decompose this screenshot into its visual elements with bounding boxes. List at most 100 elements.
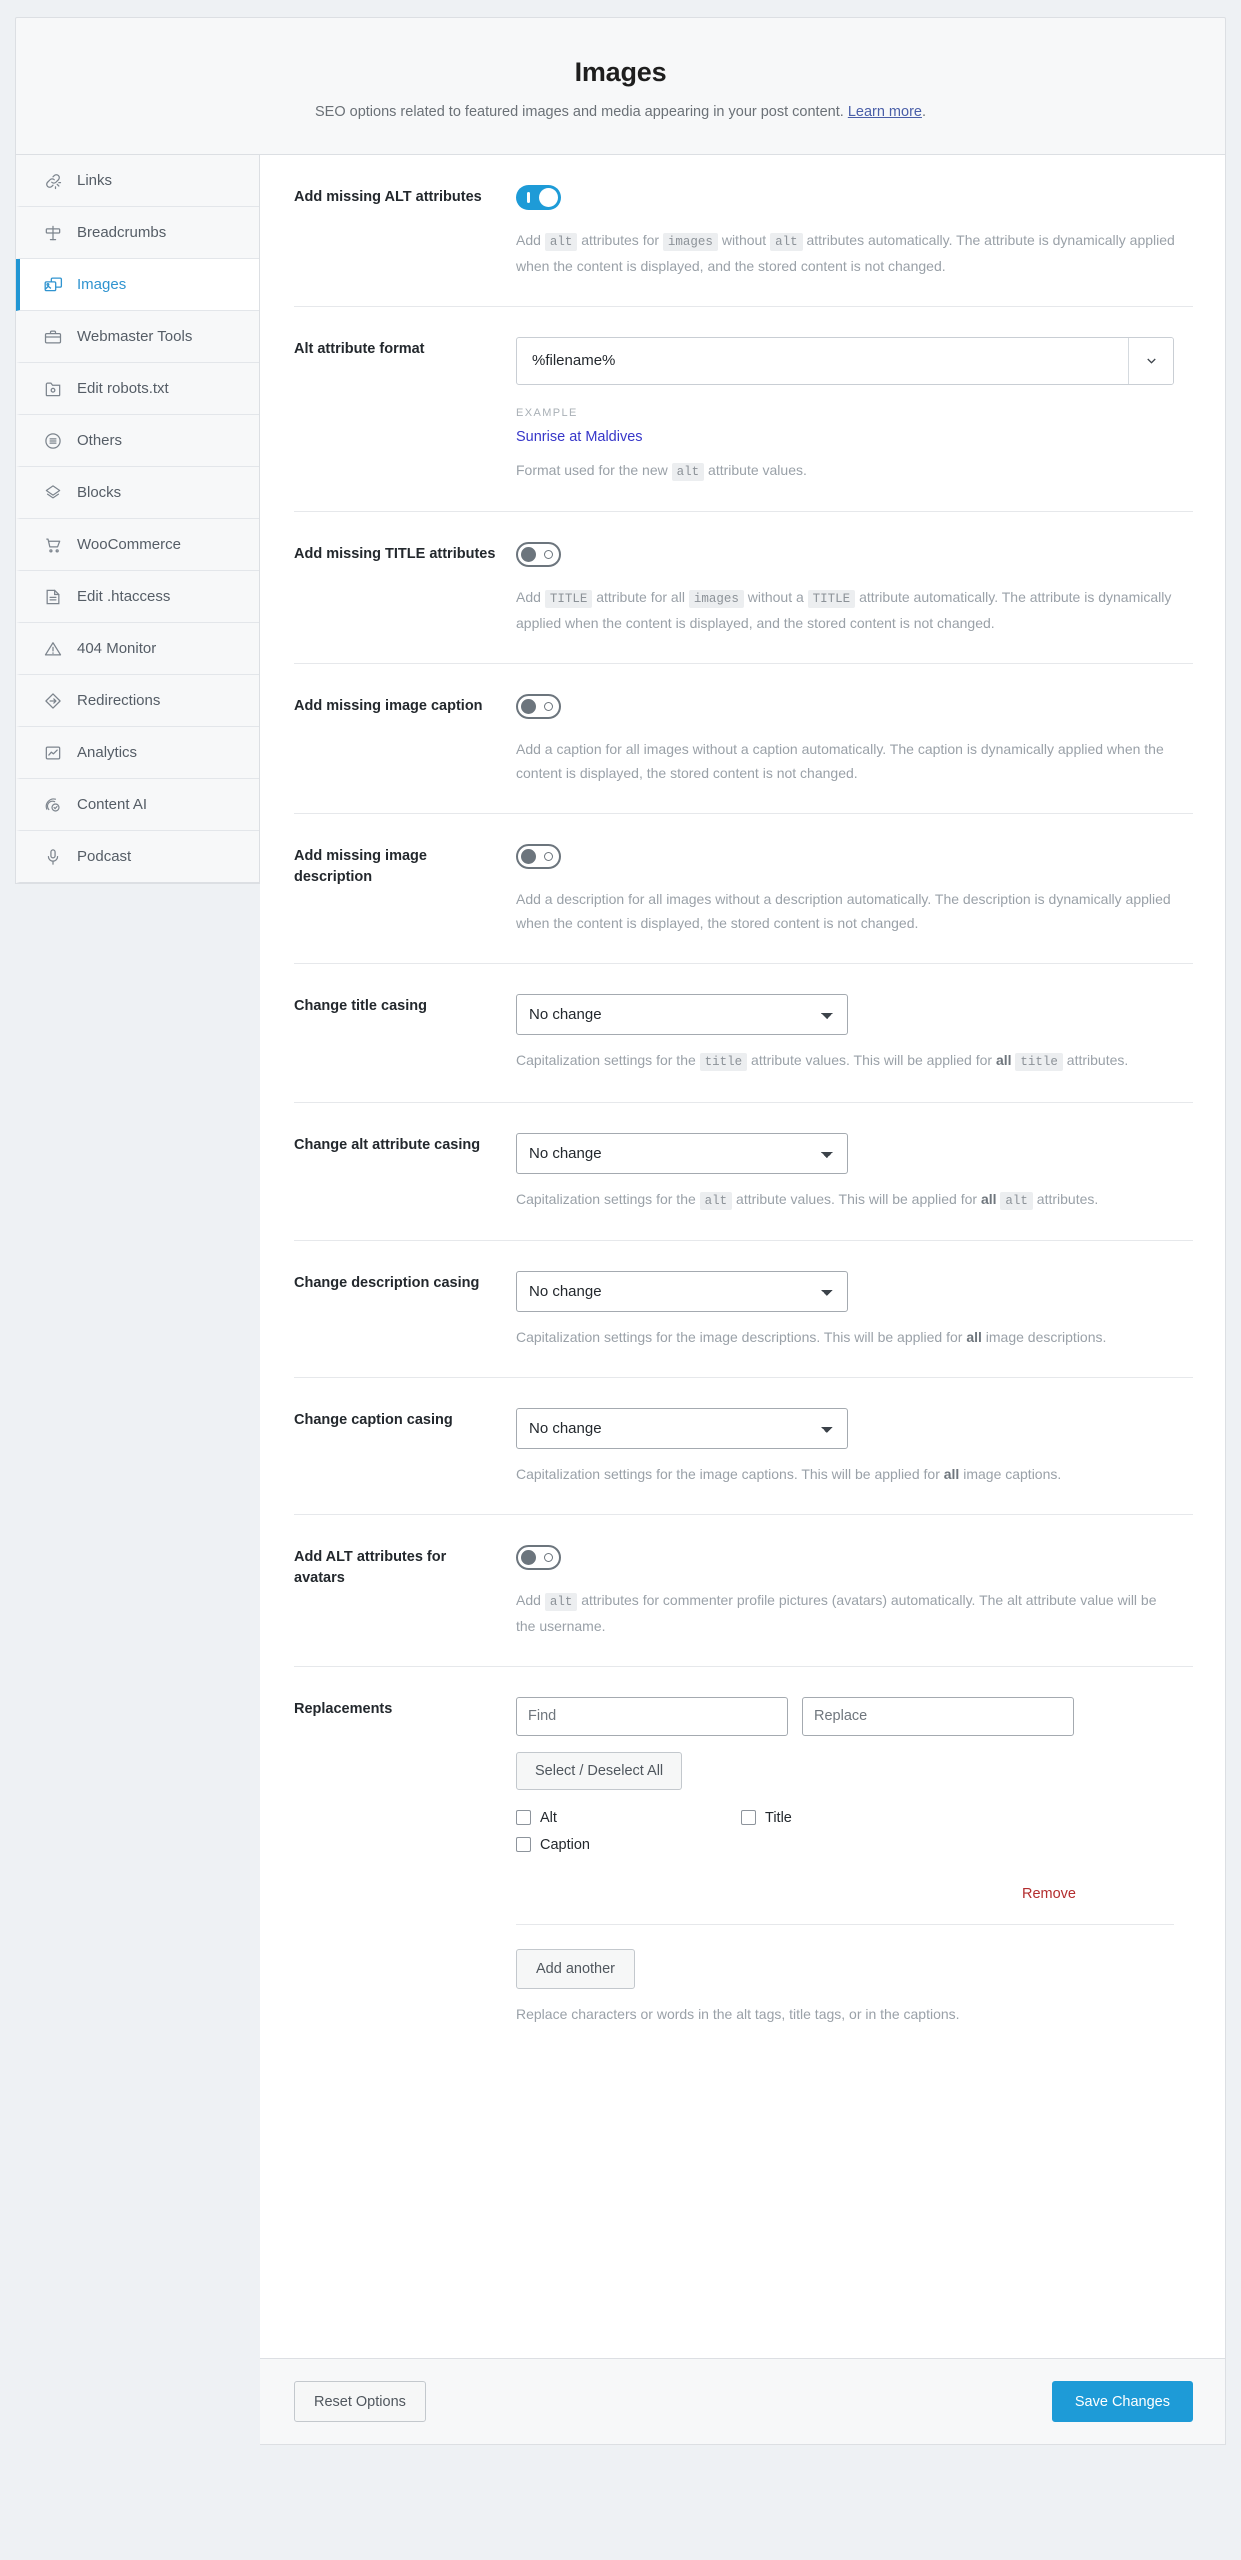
select-deselect-all-button[interactable]: Select / Deselect All bbox=[516, 1751, 683, 1790]
sidebar-item-label: Podcast bbox=[77, 848, 132, 866]
redirect-arrow-icon bbox=[42, 690, 64, 712]
sidebar-item-woocommerce[interactable]: WooCommerce bbox=[16, 519, 259, 572]
find-input[interactable] bbox=[516, 1696, 788, 1736]
checkbox-box-icon[interactable] bbox=[741, 1810, 756, 1826]
field-control-avatars-alt: Add alt attributes for commenter profile… bbox=[516, 1545, 1176, 1638]
field-control-change-caption-casing: No changelowercaseUPPERCASETitle CaseSen… bbox=[516, 1408, 1176, 1486]
microphone-icon bbox=[42, 846, 64, 868]
sidebar-item-label: 404 Monitor bbox=[77, 640, 157, 658]
field-label-avatars-alt: Add ALT attributes for avatars bbox=[294, 1549, 447, 1587]
field-control-add-missing-description: Add a description for all images without… bbox=[516, 843, 1176, 935]
sidebar-item-edit-htaccess[interactable]: Edit .htaccess bbox=[16, 571, 259, 624]
checkbox-label: Title bbox=[765, 1809, 792, 1826]
sidebar-item-label: Redirections bbox=[77, 692, 161, 710]
checkbox-title[interactable]: Title bbox=[741, 1810, 966, 1826]
alt-format-input[interactable] bbox=[517, 337, 1128, 384]
toggle-add-missing-caption[interactable] bbox=[516, 693, 561, 719]
field-label-add-missing-alt: Add missing ALT attributes bbox=[294, 189, 482, 206]
select-alt-casing[interactable]: No changelowercaseUPPERCASETitle CaseSen… bbox=[516, 1132, 848, 1174]
field-label-add-missing-description: Add missing image description bbox=[294, 847, 427, 885]
field-change-caption-casing: Change caption casing No changelowercase… bbox=[294, 1378, 1193, 1516]
document-icon bbox=[42, 586, 64, 608]
reset-options-button[interactable]: Reset Options bbox=[294, 2381, 426, 2423]
replacement-divider bbox=[516, 1923, 1174, 1925]
field-add-missing-caption: Add missing image caption Add a caption … bbox=[294, 664, 1193, 814]
field-control-change-description-casing: No changelowercaseUPPERCASETitle CaseSen… bbox=[516, 1271, 1176, 1349]
field-control-change-title-casing: No changelowercaseUPPERCASETitle CaseSen… bbox=[516, 994, 1176, 1074]
sidebar-item-404-monitor[interactable]: 404 Monitor bbox=[16, 623, 259, 676]
field-control-add-missing-alt: Add alt attributes for images without al… bbox=[516, 185, 1176, 278]
desc-alt-attribute-format: Format used for the new alt attribute va… bbox=[516, 461, 807, 481]
select-description-casing[interactable]: No changelowercaseUPPERCASETitle CaseSen… bbox=[516, 1271, 848, 1313]
toggle-off-circle-icon bbox=[544, 1553, 553, 1563]
desc-avatars-alt: Add alt attributes for commenter profile… bbox=[516, 1592, 1157, 1634]
toggle-off-circle-icon bbox=[544, 550, 553, 560]
select-caption-casing[interactable]: No changelowercaseUPPERCASETitle CaseSen… bbox=[516, 1408, 848, 1450]
field-label-change-caption-casing: Change caption casing bbox=[294, 1412, 453, 1429]
field-avatars-alt: Add ALT attributes for avatars Add alt a… bbox=[294, 1515, 1193, 1667]
field-change-description-casing: Change description casing No changelower… bbox=[294, 1241, 1193, 1379]
sidebar-item-label: Images bbox=[77, 276, 127, 294]
links-icon bbox=[42, 170, 64, 192]
sidebar-item-content-ai[interactable]: Content AI bbox=[16, 779, 259, 832]
select-title-casing[interactable]: No changelowercaseUPPERCASETitle CaseSen… bbox=[516, 994, 848, 1036]
checkbox-label: Caption bbox=[540, 1836, 590, 1853]
field-control-alt-attribute-format: EXAMPLE Sunrise at Maldives Format used … bbox=[516, 336, 1176, 484]
settings-content: Add missing ALT attributes Add alt attri… bbox=[260, 155, 1226, 2446]
checkbox-label: Alt bbox=[540, 1809, 557, 1826]
toggle-add-missing-alt[interactable] bbox=[516, 185, 561, 211]
sidebar-item-redirections[interactable]: Redirections bbox=[16, 675, 259, 728]
sidebar-item-podcast[interactable]: Podcast bbox=[16, 831, 259, 884]
replace-input[interactable] bbox=[802, 1696, 1074, 1736]
sidebar-item-webmaster-tools[interactable]: Webmaster Tools bbox=[16, 311, 259, 364]
field-add-missing-title: Add missing TITLE attributes Add TITLE a… bbox=[294, 512, 1193, 664]
sidebar-item-label: Blocks bbox=[77, 484, 122, 502]
sidebar-item-label: Breadcrumbs bbox=[77, 224, 167, 242]
sidebar-item-others[interactable]: Others bbox=[16, 415, 259, 468]
field-label-alt-attribute-format: Alt attribute format bbox=[294, 340, 425, 357]
example-label: EXAMPLE bbox=[516, 406, 578, 419]
sidebar-item-edit-robots-txt[interactable]: Edit robots.txt bbox=[16, 363, 259, 416]
learn-more-link[interactable]: Learn more bbox=[848, 104, 922, 120]
field-label-add-missing-caption: Add missing image caption bbox=[294, 697, 483, 714]
remove-replacement-link[interactable]: Remove bbox=[516, 1886, 1076, 1902]
toggle-knob bbox=[521, 848, 536, 864]
sidebar-item-label: Analytics bbox=[77, 744, 138, 762]
field-alt-attribute-format: Alt attribute format EXAMPLE Sunrise at … bbox=[294, 307, 1193, 513]
checkbox-caption[interactable]: Caption bbox=[516, 1837, 741, 1853]
toggle-avatars-alt[interactable] bbox=[516, 1545, 561, 1571]
checkbox-box-icon[interactable] bbox=[516, 1837, 531, 1853]
sidebar-item-analytics[interactable]: Analytics bbox=[16, 727, 259, 780]
sidebar-item-breadcrumbs[interactable]: Breadcrumbs bbox=[16, 207, 259, 260]
chevron-down-icon[interactable] bbox=[1128, 337, 1173, 384]
field-control-add-missing-title: Add TITLE attribute for all images witho… bbox=[516, 542, 1176, 635]
sidebar-item-images[interactable]: Images bbox=[16, 259, 259, 312]
sidebar-item-label: WooCommerce bbox=[77, 536, 181, 554]
toggle-off-circle-icon bbox=[544, 701, 553, 711]
settings-page: Images SEO options related to featured i… bbox=[0, 0, 1241, 2560]
save-changes-button[interactable]: Save Changes bbox=[1051, 2381, 1193, 2423]
field-change-title-casing: Change title casing No changelowercaseUP… bbox=[294, 964, 1193, 1103]
sidebar-item-links[interactable]: Links bbox=[16, 155, 259, 208]
add-another-button[interactable]: Add another bbox=[516, 1948, 636, 1989]
toggle-add-missing-title[interactable] bbox=[516, 542, 561, 568]
desc-change-caption-casing: Capitalization settings for the image ca… bbox=[516, 1466, 1062, 1483]
desc-add-missing-alt: Add alt attributes for images without al… bbox=[516, 232, 1175, 274]
field-label-add-missing-title: Add missing TITLE attributes bbox=[294, 546, 496, 563]
warning-triangle-icon bbox=[42, 638, 64, 660]
checkbox-box-icon[interactable] bbox=[516, 1810, 531, 1826]
toggle-add-missing-description[interactable] bbox=[516, 843, 561, 869]
field-control-change-alt-casing: No changelowercaseUPPERCASETitle CaseSen… bbox=[516, 1132, 1176, 1213]
sidebar-item-blocks[interactable]: Blocks bbox=[16, 467, 259, 520]
content-ai-icon bbox=[42, 794, 64, 816]
field-add-missing-description: Add missing image description Add a desc… bbox=[294, 814, 1193, 965]
settings-body: Links Breadcrumbs Images Webmaster Tools Edi… bbox=[15, 155, 1226, 2446]
checkbox-alt[interactable]: Alt bbox=[516, 1810, 741, 1826]
alt-format-combobox[interactable] bbox=[516, 336, 1174, 385]
settings-fields: Add missing ALT attributes Add alt attri… bbox=[260, 155, 1225, 2358]
robots-folder-icon bbox=[42, 378, 64, 400]
layers-icon bbox=[42, 482, 64, 504]
field-label-change-title-casing: Change title casing bbox=[294, 998, 427, 1015]
field-control-replacements: Select / Deselect All Alt Title Caption Re… bbox=[516, 1696, 1176, 2026]
toggle-knob bbox=[521, 698, 536, 714]
